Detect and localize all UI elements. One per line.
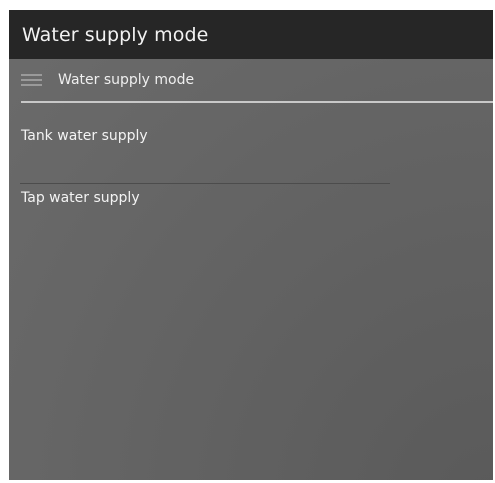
option-divider [20,183,390,184]
option-list: Tank water supply Tap water supply [9,103,493,227]
subheader-label: Water supply mode [58,72,195,88]
app-screen: Water supply mode Water supply mode Tank… [9,10,493,480]
option-tank-water-supply[interactable]: Tank water supply [9,103,493,165]
title-bar: Water supply mode [9,10,493,59]
option-tap-water-supply[interactable]: Tap water supply [9,165,493,227]
subheader: Water supply mode [9,59,493,101]
page-title: Water supply mode [22,23,209,46]
hamburger-menu-icon[interactable] [21,73,42,87]
